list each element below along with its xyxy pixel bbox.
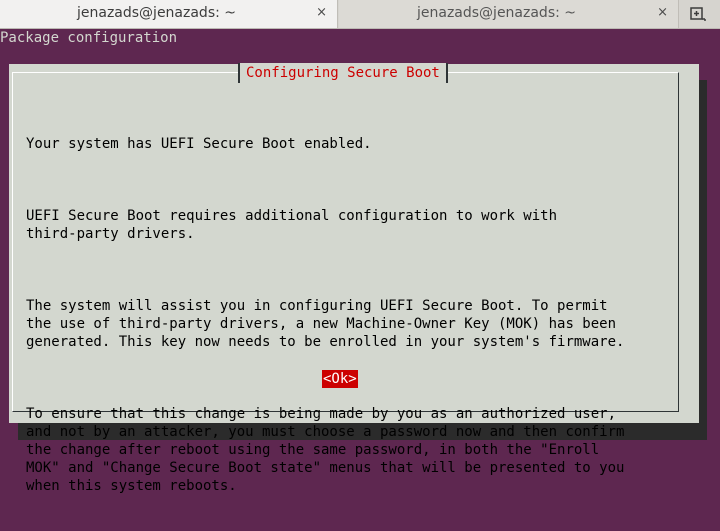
tab-terminal-2[interactable]: jenazads@jenazads: ~ × [339,0,679,28]
tab-title: jenazads@jenazads: ~ [416,5,577,21]
tab-bar: jenazads@jenazads: ~ × jenazads@jenazads… [0,0,720,29]
new-tab-icon [690,7,706,21]
terminal-header-line: Package configuration [0,30,178,46]
dialog-paragraph: Your system has UEFI Secure Boot enabled… [26,136,372,152]
dialog-paragraph: UEFI Secure Boot requires additional con… [26,208,558,242]
tab-terminal-1[interactable]: jenazads@jenazads: ~ × [0,0,338,28]
new-tab-button[interactable] [681,0,720,28]
dialog-paragraph: The system will assist you in configurin… [26,298,625,350]
dialog-paragraph: To ensure that this change is being made… [26,406,625,494]
dialog-body: Your system has UEFI Secure Boot enabled… [26,99,676,531]
dialog-title: Configuring Secure Boot [238,63,448,83]
close-icon[interactable]: × [316,5,327,21]
ok-button[interactable]: <Ok> [322,370,358,388]
close-icon[interactable]: × [657,5,668,21]
tab-title: jenazads@jenazads: ~ [76,5,237,21]
